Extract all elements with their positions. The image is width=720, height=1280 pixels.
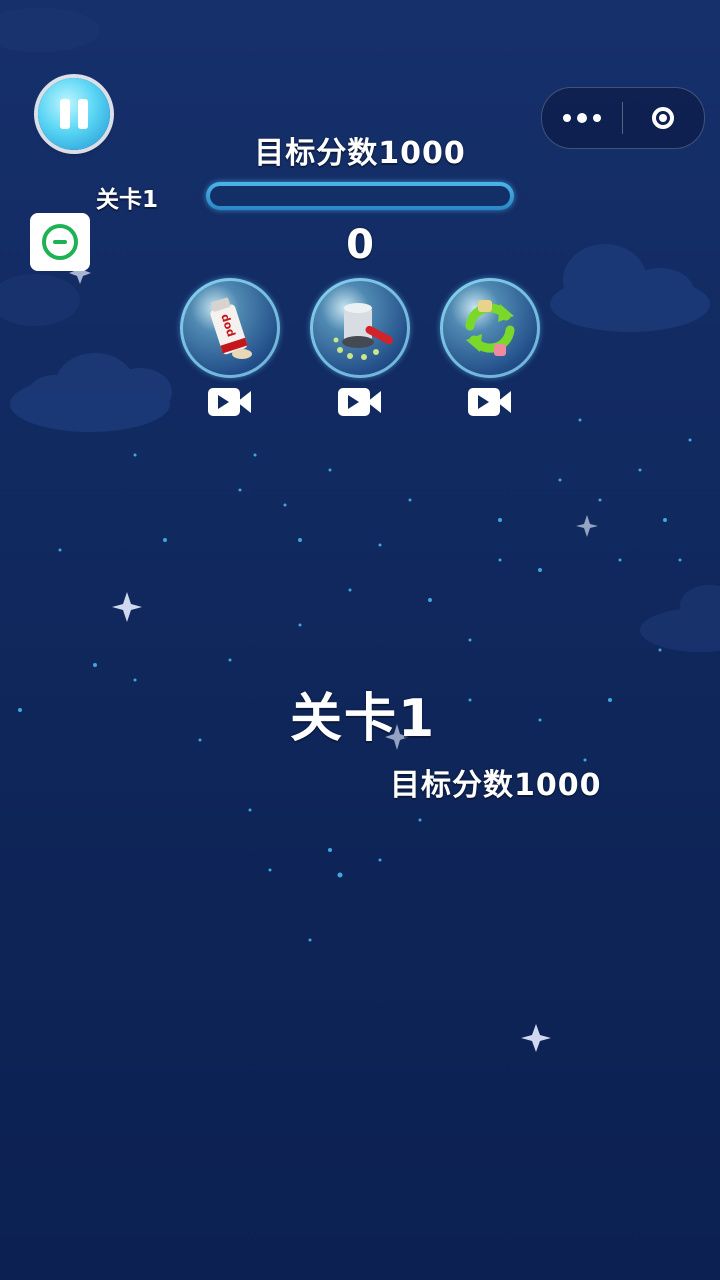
chat-button[interactable] bbox=[30, 213, 90, 271]
refresh-icon bbox=[440, 278, 540, 378]
watch-video-button[interactable] bbox=[336, 386, 384, 418]
current-score: 0 bbox=[346, 222, 374, 268]
cloud-left bbox=[10, 353, 172, 432]
camera-lens bbox=[237, 391, 251, 413]
watch-video-button[interactable] bbox=[206, 386, 254, 418]
chat-bubble-icon bbox=[42, 224, 78, 260]
play-triangle bbox=[478, 395, 489, 409]
camera-lens bbox=[367, 391, 381, 413]
pause-icon bbox=[78, 99, 88, 129]
more-dots-icon bbox=[563, 112, 601, 123]
level-intro-target: 目标分数1000 bbox=[390, 768, 602, 803]
powerup-pop-spray[interactable]: pop bbox=[180, 278, 280, 418]
pause-icon bbox=[60, 99, 70, 129]
level-label: 关卡1 bbox=[96, 187, 159, 213]
pop-spray-icon: pop bbox=[180, 278, 280, 378]
powerup-refresh[interactable] bbox=[440, 278, 540, 418]
powerup-hammer[interactable] bbox=[310, 278, 410, 418]
target-score-label: 目标分数1000 bbox=[254, 136, 466, 171]
watch-video-button[interactable] bbox=[466, 386, 514, 418]
score-progress-bar bbox=[206, 182, 514, 210]
play-triangle bbox=[218, 395, 229, 409]
cloud-far-right bbox=[640, 585, 720, 652]
play-triangle bbox=[348, 395, 359, 409]
camera-lens bbox=[497, 391, 511, 413]
hammer-icon bbox=[310, 278, 410, 378]
progress-track-inner bbox=[210, 186, 510, 206]
level-intro-title: 关卡1 bbox=[290, 689, 437, 749]
target-circle-icon bbox=[652, 107, 674, 129]
